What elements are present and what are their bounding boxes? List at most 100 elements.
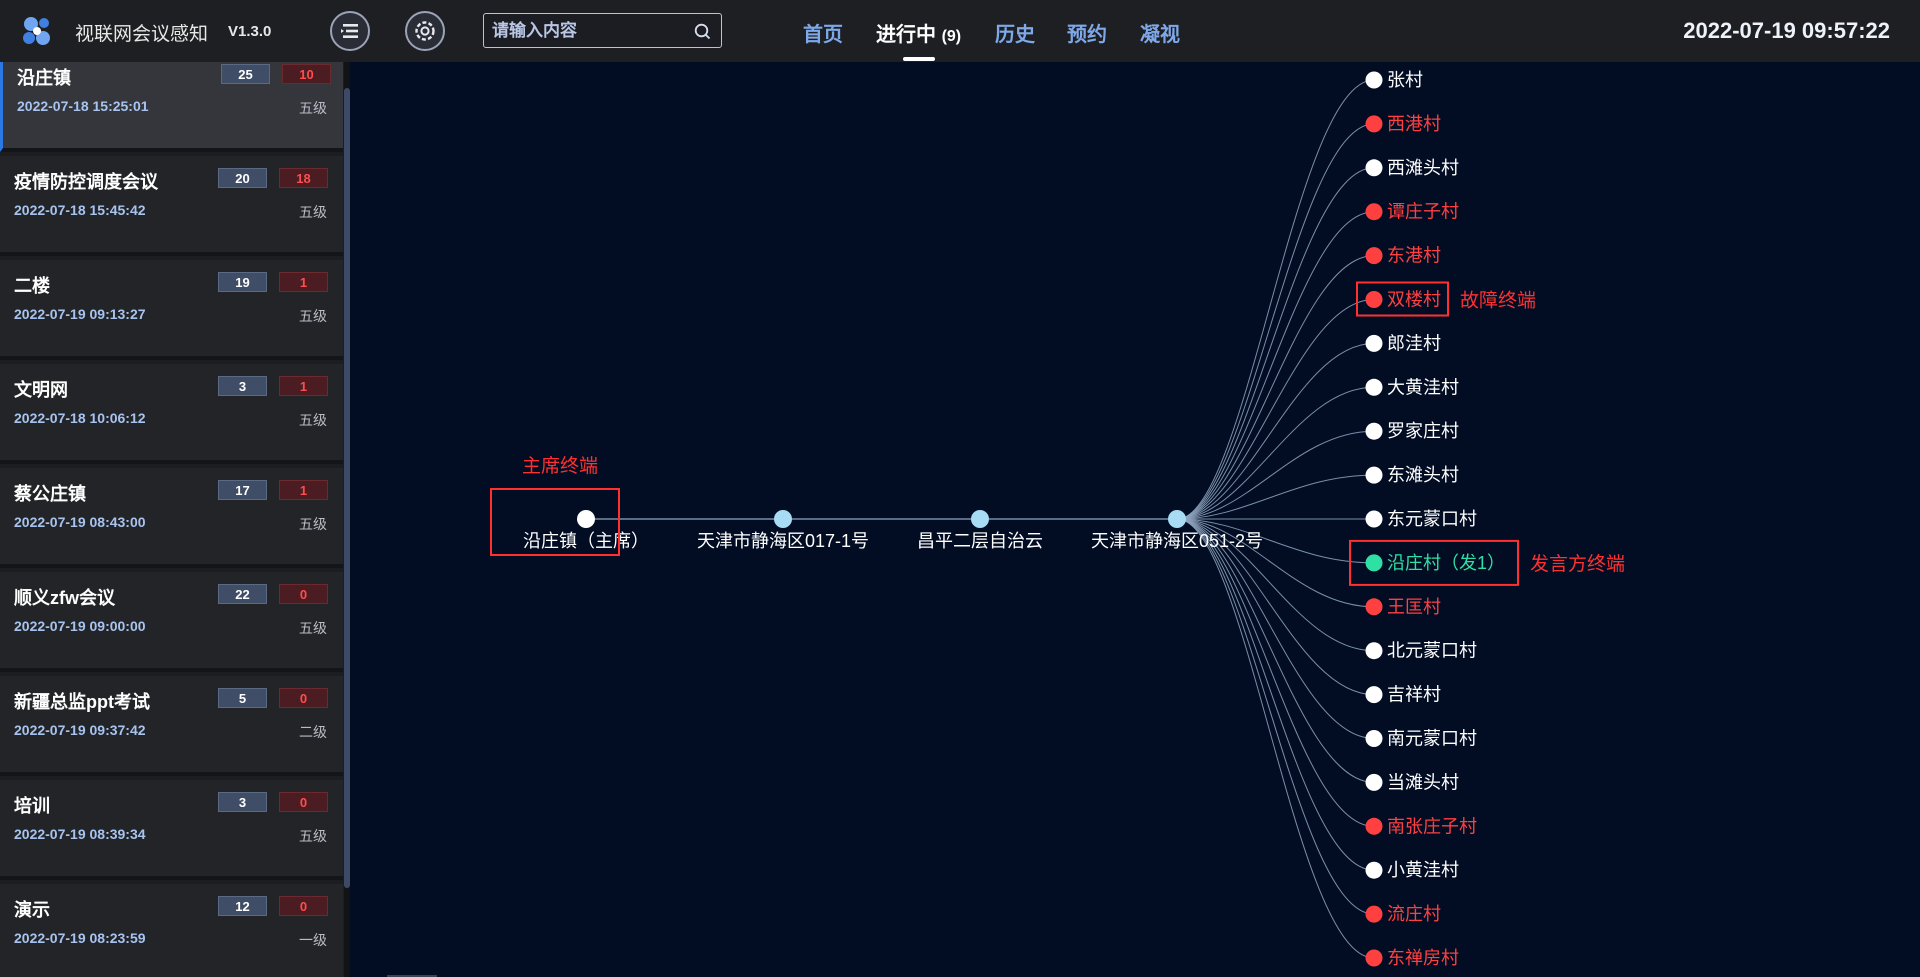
terminal-count-badge: 3 <box>218 376 267 396</box>
meeting-card[interactable]: 二楼 19 1 2022-07-19 09:13:27 五级 <box>0 260 343 360</box>
terminal-label[interactable]: 沿庄村（发1） <box>1387 553 1505 573</box>
terminal-label[interactable]: 郎洼村 <box>1387 333 1441 353</box>
terminal-link <box>1176 123 1375 520</box>
meeting-card[interactable]: 疫情防控调度会议 20 18 2022-07-18 15:45:42 五级 <box>0 156 343 256</box>
terminal-node[interactable] <box>1365 510 1383 528</box>
terminal-link <box>1176 255 1375 520</box>
terminal-node[interactable] <box>1365 247 1383 265</box>
terminal-link <box>1176 518 1375 783</box>
fault-annotation: 故障终端 <box>1460 290 1536 312</box>
terminal-label[interactable]: 大黄洼村 <box>1387 377 1459 397</box>
menu-button[interactable] <box>330 11 370 51</box>
terminal-label[interactable]: 流庄村 <box>1387 904 1441 924</box>
nav-home[interactable]: 首页 <box>803 18 843 47</box>
terminal-label[interactable]: 吉祥村 <box>1387 685 1441 705</box>
fault-count-badge: 0 <box>279 792 328 812</box>
terminal-label[interactable]: 东元蒙口村 <box>1387 509 1477 529</box>
active-nav-indicator <box>903 57 935 61</box>
terminal-node[interactable] <box>1365 861 1383 879</box>
fault-count-badge: 1 <box>279 272 328 292</box>
fault-count-badge: 1 <box>279 480 328 500</box>
meeting-time: 2022-07-19 09:37:42 <box>14 722 146 738</box>
terminal-count-badge: 3 <box>218 792 267 812</box>
terminal-label[interactable]: 张村 <box>1387 70 1423 90</box>
meeting-level: 五级 <box>299 204 327 220</box>
search-input[interactable] <box>490 18 686 44</box>
app-logo-icon <box>23 17 50 45</box>
terminal-node[interactable] <box>1365 422 1383 440</box>
relay-node-label: 天津市静海区051-2号 <box>1091 531 1263 551</box>
terminal-label[interactable]: 东滩头村 <box>1387 465 1459 485</box>
meeting-card[interactable]: 顺义zfw会议 22 0 2022-07-19 09:00:00 五级 <box>0 572 343 672</box>
settings-button[interactable] <box>405 11 445 51</box>
terminal-link <box>1176 167 1375 520</box>
terminal-node[interactable] <box>1365 554 1383 572</box>
nav-reservation[interactable]: 预约 <box>1067 18 1107 47</box>
meeting-level: 五级 <box>299 828 327 844</box>
terminal-node[interactable] <box>1365 773 1383 791</box>
terminal-label[interactable]: 当滩头村 <box>1387 772 1459 792</box>
terminal-node[interactable] <box>1365 642 1383 660</box>
meeting-card[interactable]: 文明网 3 1 2022-07-18 10:06:12 五级 <box>0 364 343 464</box>
nav-history[interactable]: 历史 <box>995 18 1035 47</box>
terminal-node[interactable] <box>1365 203 1383 221</box>
terminal-label[interactable]: 小黄洼村 <box>1387 860 1459 880</box>
meeting-name: 二楼 <box>14 276 50 296</box>
terminal-label[interactable]: 东禅房村 <box>1387 948 1459 968</box>
fault-count-badge: 0 <box>279 896 328 916</box>
terminal-count-badge: 22 <box>218 584 267 604</box>
terminal-label[interactable]: 东港村 <box>1387 246 1441 266</box>
terminal-node[interactable] <box>1365 730 1383 747</box>
terminal-label[interactable]: 罗家庄村 <box>1387 421 1459 441</box>
meeting-card[interactable]: 培训 3 0 2022-07-19 08:39:34 五级 <box>0 780 343 880</box>
meeting-name: 沿庄镇 <box>17 68 71 88</box>
terminal-label[interactable]: 王匡村 <box>1387 597 1441 617</box>
terminal-node[interactable] <box>1365 466 1383 484</box>
meeting-time: 2022-07-18 10:06:12 <box>14 410 146 426</box>
topology-graph: 沿庄镇（主席） 天津市静海区017-1号 昌平二层自治云 天津市静海区051-2号 张村… <box>490 70 1625 968</box>
search-icon[interactable] <box>693 22 713 42</box>
fault-count-badge: 0 <box>279 688 328 708</box>
terminal-node[interactable] <box>1365 159 1383 177</box>
terminal-node[interactable] <box>1365 817 1383 835</box>
meeting-level: 二级 <box>299 724 327 740</box>
terminal-count-badge: 5 <box>218 688 267 708</box>
meeting-card[interactable]: 新疆总监ppt考试 5 0 2022-07-19 09:37:42 二级 <box>0 676 343 776</box>
terminal-node[interactable] <box>1365 905 1383 923</box>
terminal-label[interactable]: 西滩头村 <box>1387 158 1459 178</box>
terminal-node[interactable] <box>1365 378 1383 396</box>
fault-count-badge: 18 <box>279 168 328 188</box>
meeting-level: 五级 <box>299 620 327 636</box>
nav-gaze[interactable]: 凝视 <box>1140 18 1180 47</box>
relay-node[interactable] <box>774 510 792 528</box>
relay-node[interactable] <box>971 510 989 528</box>
relay-node-label: 天津市静海区017-1号 <box>697 531 869 551</box>
terminal-node[interactable] <box>1365 291 1383 308</box>
terminal-label[interactable]: 南元蒙口村 <box>1387 729 1477 749</box>
terminal-label[interactable]: 南张庄子村 <box>1387 816 1477 836</box>
terminal-label[interactable]: 北元蒙口村 <box>1387 641 1477 661</box>
terminal-node[interactable] <box>1365 598 1383 616</box>
relay-node[interactable] <box>1168 510 1186 528</box>
topology-canvas: 沿庄镇（主席） 天津市静海区017-1号 昌平二层自治云 天津市静海区051-2号 张村… <box>350 62 1920 977</box>
nav-in-progress[interactable]: 进行中 (9) <box>876 18 961 47</box>
gear-icon <box>415 21 435 41</box>
terminal-node[interactable] <box>1365 686 1383 704</box>
chair-annotation: 主席终端 <box>522 455 598 477</box>
meeting-card[interactable]: 演示 12 0 2022-07-19 08:23:59 一级 <box>0 884 343 977</box>
meeting-card[interactable]: 蔡公庄镇 17 1 2022-07-19 08:43:00 五级 <box>0 468 343 568</box>
terminal-label[interactable]: 谭庄子村 <box>1387 202 1459 222</box>
meeting-name: 新疆总监ppt考试 <box>14 692 150 712</box>
chair-node[interactable] <box>577 510 595 528</box>
terminal-node[interactable] <box>1365 949 1383 967</box>
meeting-level: 一级 <box>299 932 327 948</box>
terminal-label[interactable]: 西港村 <box>1387 114 1441 134</box>
meeting-card[interactable]: 沿庄镇 25 10 2022-07-18 15:25:01 五级 <box>0 62 343 152</box>
meeting-time: 2022-07-19 09:00:00 <box>14 618 146 634</box>
relay-node-label: 昌平二层自治云 <box>917 531 1043 551</box>
terminal-label[interactable]: 双楼村 <box>1387 290 1441 310</box>
meeting-time: 2022-07-19 08:43:00 <box>14 514 146 530</box>
terminal-node[interactable] <box>1365 334 1383 352</box>
terminal-node[interactable] <box>1365 71 1383 89</box>
terminal-node[interactable] <box>1365 115 1383 133</box>
